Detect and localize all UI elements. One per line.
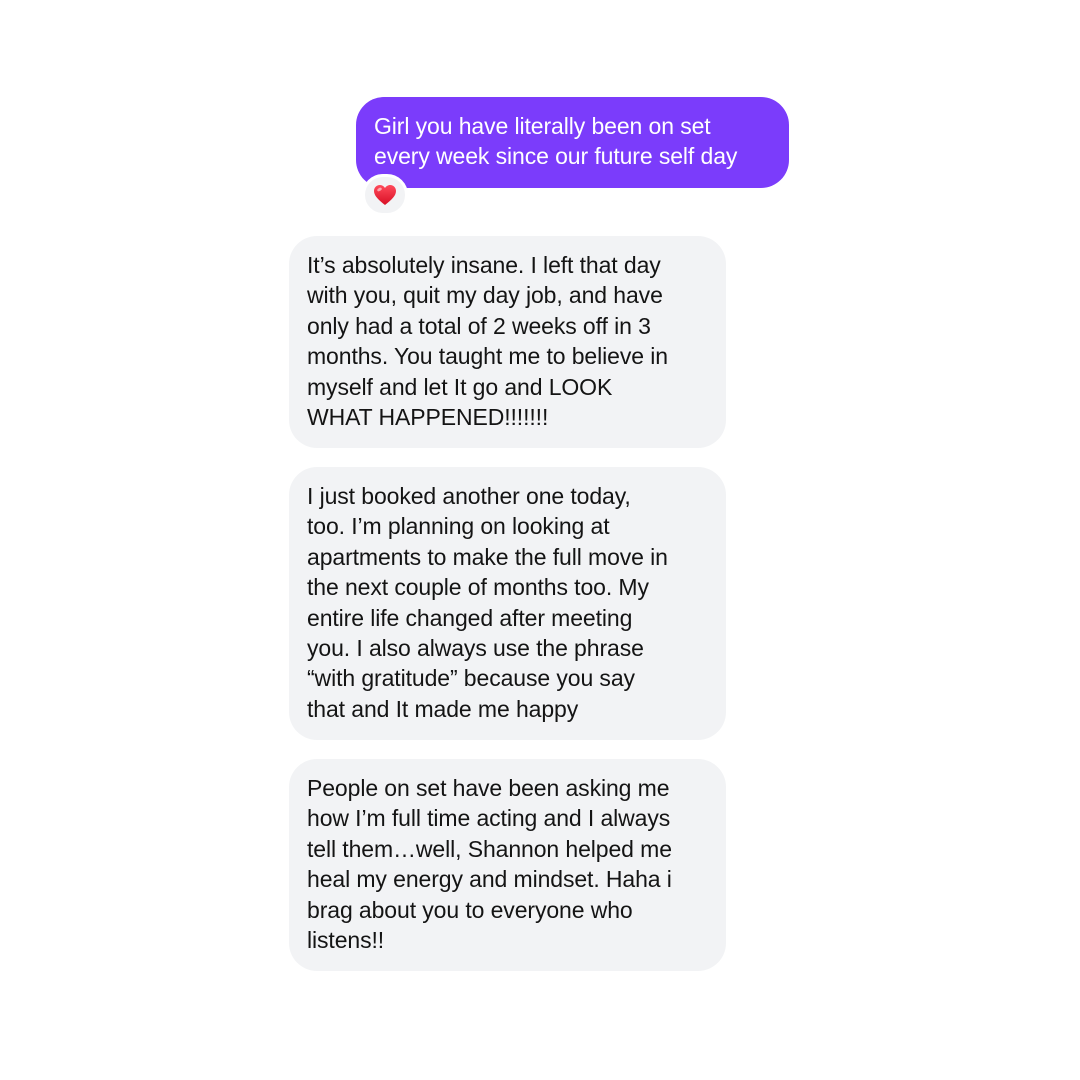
received-message-bubble[interactable]: It’s absolutely insane. I left that day … <box>289 236 726 448</box>
heart-reaction-badge[interactable] <box>362 174 408 216</box>
chat-thread: Girl you have literally been on set ever… <box>0 0 1080 1080</box>
heart-icon <box>373 184 397 206</box>
received-message-bubble[interactable]: People on set have been asking me how I’… <box>289 759 726 971</box>
sent-message-bubble[interactable]: Girl you have literally been on set ever… <box>356 97 789 188</box>
received-message-bubble[interactable]: I just booked another one today, too. I’… <box>289 467 726 740</box>
